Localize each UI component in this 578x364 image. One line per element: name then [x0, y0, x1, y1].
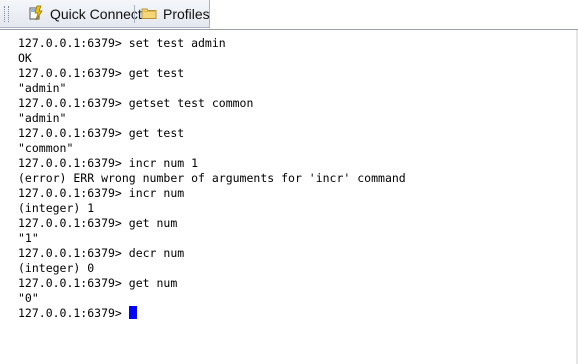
folder-icon	[141, 5, 157, 24]
terminal-line: 127.0.0.1:6379> get test	[18, 126, 185, 140]
terminal-prompt: 127.0.0.1:6379>	[18, 306, 129, 320]
terminal-line: 127.0.0.1:6379> set test admin	[18, 36, 226, 50]
toolbar: Quick Connect Profiles	[0, 0, 578, 30]
terminal-output[interactable]: 127.0.0.1:6379> set test admin OK 127.0.…	[0, 30, 578, 364]
terminal-line: 127.0.0.1:6379> incr num	[18, 186, 185, 200]
terminal-line: "common"	[18, 141, 74, 155]
ssh-client-window: Quick Connect Profiles 127.0.0.1:6379> s…	[0, 0, 578, 364]
terminal-line: (integer) 1	[18, 201, 95, 215]
terminal-line: "0"	[18, 291, 39, 305]
terminal-line: (integer) 0	[18, 261, 95, 275]
terminal-prompt-line[interactable]: 127.0.0.1:6379>	[18, 306, 578, 321]
terminal-line: 127.0.0.1:6379> getset test common	[18, 96, 254, 110]
quick-connect-label: Quick Connect	[50, 6, 142, 22]
terminal-line: "1"	[18, 231, 39, 245]
terminal-cursor	[128, 306, 137, 319]
terminal-line: "admin"	[18, 81, 67, 95]
quick-connect-icon	[28, 5, 44, 24]
profiles-label: Profiles	[163, 6, 210, 22]
terminal-line: 127.0.0.1:6379> get num	[18, 216, 178, 230]
terminal-line: OK	[18, 51, 32, 65]
terminal-line: "admin"	[18, 111, 67, 125]
terminal-line: 127.0.0.1:6379> get test	[18, 66, 185, 80]
terminal-line: 127.0.0.1:6379> decr num	[18, 246, 185, 260]
profiles-button[interactable]: Profiles	[137, 2, 214, 26]
terminal-line: 127.0.0.1:6379> incr num 1	[18, 156, 199, 170]
quick-connect-button[interactable]: Quick Connect	[24, 2, 146, 26]
terminal-line: (error) ERR wrong number of arguments fo…	[18, 171, 406, 185]
toolbar-separator	[134, 5, 135, 23]
terminal-line: 127.0.0.1:6379> get num	[18, 276, 178, 290]
toolbar-grip[interactable]	[4, 6, 9, 22]
